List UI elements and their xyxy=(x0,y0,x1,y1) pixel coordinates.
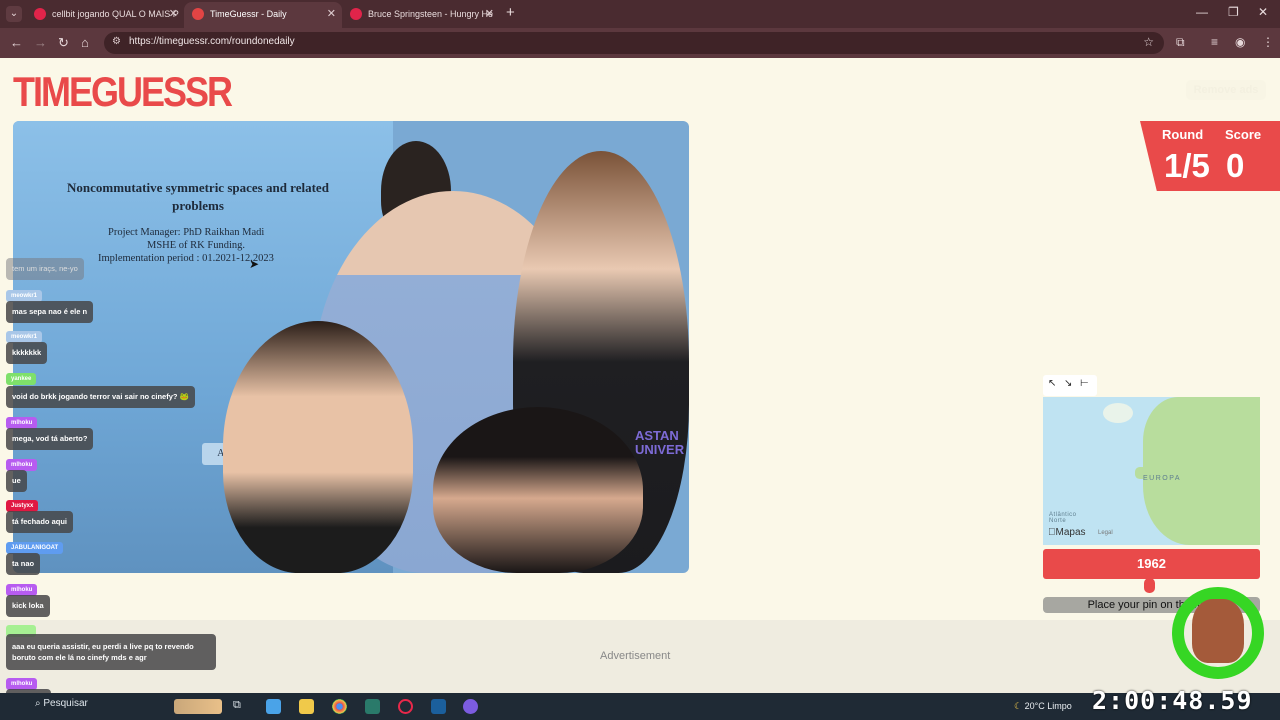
close-window-icon[interactable]: ✕ xyxy=(1258,5,1268,19)
timeguessr-logo[interactable]: TIMEGUESSR xyxy=(13,68,233,116)
score-value: 0 xyxy=(1226,147,1245,184)
extensions-icon[interactable]: ⧉ xyxy=(1176,35,1185,50)
chat-text: mega, vod tá aberto? xyxy=(6,428,94,450)
round-score-panel: Round Score 1/5 0 xyxy=(1140,121,1280,191)
opera-icon[interactable] xyxy=(398,699,413,714)
mouse-cursor-icon: ➤ xyxy=(249,257,260,271)
close-tab-icon[interactable]: ✕ xyxy=(327,2,336,26)
browser-tab-cellbit[interactable]: cellbit jogando QUAL O MAIS P ✕ xyxy=(26,2,184,28)
apple-maps-brand: Mapas xyxy=(1048,527,1086,538)
poster-line: MSHE of RK Funding. xyxy=(147,240,246,251)
search-highlight-icon[interactable] xyxy=(174,699,222,714)
map-canvas[interactable]: EUROPA Atlântico Norte Mapas Legal xyxy=(1043,397,1260,545)
profile-avatar-icon[interactable]: ◉ xyxy=(1235,35,1245,49)
youtube-icon xyxy=(350,8,362,20)
browser-menu-icon[interactable]: ⋮ xyxy=(1262,35,1274,49)
map-brand-text: Mapas xyxy=(1048,527,1086,538)
taskbar-search-label: Pesquisar xyxy=(43,698,88,709)
steam-icon[interactable] xyxy=(431,699,446,714)
timeguessr-icon xyxy=(192,8,204,20)
round-photo: Noncommutative symmetric spaces and rela… xyxy=(13,121,689,573)
close-tab-icon[interactable]: ✕ xyxy=(169,2,178,26)
taskbar-search[interactable]: ⌕ Pesquisar xyxy=(35,698,88,709)
browser-tab-timeguessr[interactable]: TimeGuessr - Daily ✕ xyxy=(184,2,342,28)
shrink-map-icon[interactable]: ↘ xyxy=(1064,378,1072,389)
tab-search-button[interactable]: ⌄ xyxy=(6,6,22,22)
chat-text: kkkkkkk xyxy=(6,342,48,364)
browser-toolbar: ← → ↻ ⌂ ⚙ https://timeguessr.com/roundon… xyxy=(0,28,1280,58)
score-label: Score xyxy=(1225,127,1262,142)
pin-map-icon[interactable]: ⊢ xyxy=(1080,378,1089,389)
windows-taskbar: ⌕ Pesquisar ⧉ ☾ 20°C Limpo xyxy=(0,693,1280,720)
map-ocean-label: Atlântico Norte xyxy=(1049,512,1077,524)
chat-text: aaa eu queria assistir, eu perdi a live … xyxy=(6,634,216,670)
store-icon[interactable] xyxy=(266,699,281,714)
streamer-overlay-logo xyxy=(1160,575,1276,691)
person-silhouette xyxy=(433,407,643,573)
task-view-icon[interactable]: ⧉ xyxy=(233,699,248,714)
tab-title: cellbit jogando QUAL O MAIS P xyxy=(52,9,179,19)
tab-title: Bruce Springsteen - Hungry He xyxy=(368,9,494,19)
chat-text: mas sepa nao é ele n xyxy=(6,301,94,323)
chat-text: tá fechado aqui xyxy=(6,511,74,533)
weather-text: 20°C Limpo xyxy=(1024,701,1072,711)
tab-title: TimeGuessr - Daily xyxy=(210,9,287,19)
map-size-tools: ↖ ↘ ⊢ xyxy=(1043,375,1097,396)
file-explorer-icon[interactable] xyxy=(299,699,314,714)
expand-map-icon[interactable]: ↖ xyxy=(1048,378,1056,389)
new-tab-button[interactable]: + xyxy=(506,4,515,21)
map-land xyxy=(1103,403,1133,423)
poster-line: Project Manager: PhD Raikhan Madi xyxy=(108,227,265,238)
home-icon[interactable]: ⌂ xyxy=(81,35,89,50)
app-icon[interactable] xyxy=(365,699,380,714)
round-value: 1/5 xyxy=(1164,147,1210,184)
media-controls-icon[interactable]: ≡ xyxy=(1211,35,1218,49)
chat-text: void do brkk jogando terror vai sair no … xyxy=(6,386,195,408)
bookmark-star-icon[interactable]: ☆ xyxy=(1143,35,1154,49)
map-region-label: EUROPA xyxy=(1143,475,1182,482)
browser-tab-bar: ⌄ cellbit jogando QUAL O MAIS P ✕ TimeGu… xyxy=(0,0,1280,28)
browser-tab-springsteen[interactable]: Bruce Springsteen - Hungry He ✕ xyxy=(342,2,500,28)
discord-icon[interactable] xyxy=(463,699,478,714)
moon-icon: ☾ xyxy=(1014,701,1025,711)
restore-icon[interactable]: ❐ xyxy=(1228,5,1239,19)
url-text[interactable]: https://timeguessr.com/roundonedaily xyxy=(129,36,295,47)
guess-map[interactable]: ↖ ↘ ⊢ EUROPA Atlântico Norte Mapas Lega… xyxy=(1043,375,1260,545)
youtube-icon xyxy=(34,8,46,20)
advertisement-label: Advertisement xyxy=(600,650,671,662)
chat-text: kick loka xyxy=(6,595,50,617)
minimize-icon[interactable]: — xyxy=(1196,5,1208,19)
remove-ads-button[interactable]: Remove ads xyxy=(1186,80,1266,100)
site-info-icon[interactable]: ⚙ xyxy=(112,36,124,48)
hoodie-text: ASTAN UNIVER xyxy=(635,428,685,457)
streamer-avatar xyxy=(1192,599,1244,663)
chat-text: tem um iraçs, ne-yo xyxy=(6,258,84,280)
round-label: Round xyxy=(1162,127,1204,142)
chat-text: ue xyxy=(6,470,27,492)
person-silhouette xyxy=(223,321,413,573)
map-legal-link[interactable]: Legal xyxy=(1098,530,1113,536)
year-slider-handle[interactable] xyxy=(1143,578,1155,593)
chrome-icon[interactable] xyxy=(332,699,347,714)
forward-icon[interactable]: → xyxy=(34,35,47,50)
back-icon[interactable]: ← xyxy=(10,35,23,50)
poster-line: Implementation period : 01.2021-12.2023 xyxy=(98,253,274,264)
weather-widget[interactable]: ☾ 20°C Limpo xyxy=(1014,701,1072,712)
chat-text: ta nao xyxy=(6,553,41,575)
chat-username: yankee xyxy=(6,373,37,385)
poster-title: Noncommutative symmetric spaces and rela… xyxy=(67,180,329,213)
close-tab-icon[interactable]: ✕ xyxy=(485,2,494,26)
reload-icon[interactable]: ↻ xyxy=(58,35,69,51)
address-bar[interactable]: ⚙ https://timeguessr.com/roundonedaily ☆ xyxy=(104,32,1164,54)
